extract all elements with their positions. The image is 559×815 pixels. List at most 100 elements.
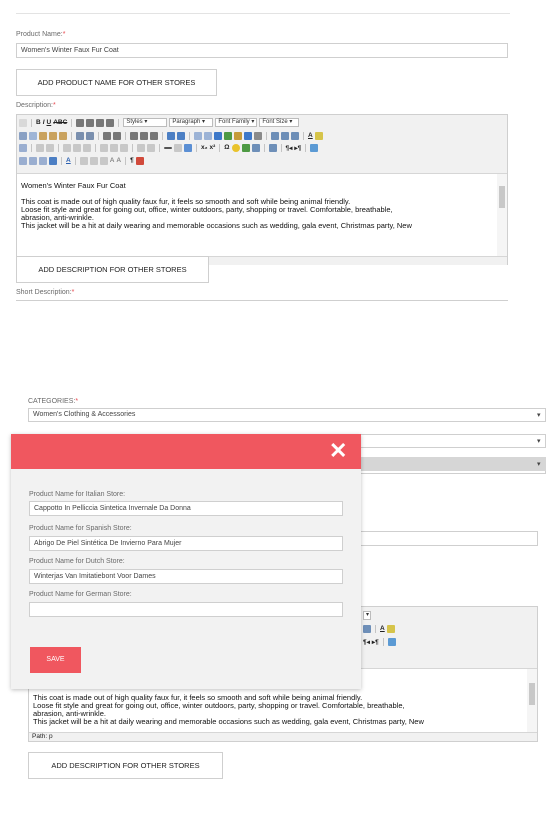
undo-icon[interactable]: [167, 131, 175, 140]
remove-format-icon[interactable]: [174, 143, 182, 152]
cell-props-icon[interactable]: [46, 143, 54, 152]
bold-icon[interactable]: B: [36, 119, 41, 126]
find-icon[interactable]: [76, 131, 84, 140]
template-icon[interactable]: [135, 156, 144, 165]
horizontal-rule-icon[interactable]: [164, 146, 172, 149]
fullscreen-icon[interactable]: [268, 143, 277, 152]
html-icon[interactable]: [254, 131, 262, 140]
spanish-store-input[interactable]: Abrigo De Piel Sintética De Invierno Par…: [29, 536, 343, 551]
category-select[interactable]: Women's Clothing & Accessories: [28, 408, 546, 422]
blockquote-icon[interactable]: [150, 131, 158, 140]
save-button[interactable]: SAVE: [30, 647, 81, 673]
align-left-icon[interactable]: [76, 118, 85, 127]
copy-icon[interactable]: [29, 131, 37, 140]
row-before-icon[interactable]: [63, 143, 71, 152]
add-product-name-button[interactable]: ADD PRODUCT NAME FOR OTHER STORES: [16, 69, 217, 96]
acronym-icon[interactable]: [99, 156, 108, 165]
ltr-icon[interactable]: ¶◂: [286, 144, 293, 152]
text-color-icon[interactable]: A: [308, 132, 313, 139]
help-icon[interactable]: [244, 131, 252, 140]
indent-icon[interactable]: [140, 131, 148, 140]
rtl-icon[interactable]: ▸¶: [372, 638, 379, 646]
table-icon[interactable]: [19, 143, 27, 152]
cleanup-icon[interactable]: [234, 131, 242, 140]
delete-col-icon[interactable]: [120, 143, 128, 152]
styles-icon[interactable]: A: [66, 157, 71, 164]
replace-icon[interactable]: [86, 131, 94, 140]
add-description-button[interactable]: ADD DESCRIPTION FOR OTHER STORES: [16, 256, 209, 283]
align-justify-icon[interactable]: [106, 118, 115, 127]
split-cells-icon[interactable]: [137, 143, 145, 152]
underline-icon[interactable]: U: [47, 119, 52, 126]
bullet-list-icon[interactable]: [103, 131, 111, 140]
row-after-icon[interactable]: [73, 143, 81, 152]
scroll-thumb[interactable]: [499, 186, 505, 208]
cut-icon[interactable]: [19, 131, 27, 140]
insert-date-icon[interactable]: [271, 131, 279, 140]
unlink-icon[interactable]: [204, 131, 212, 140]
ltr-icon[interactable]: ¶◂: [363, 638, 370, 646]
layer-icon[interactable]: [310, 143, 319, 152]
redo-icon[interactable]: [177, 131, 185, 140]
styles-select[interactable]: Styles ▾: [123, 118, 168, 127]
move-forward-icon[interactable]: [29, 156, 37, 165]
background-color-icon[interactable]: [314, 131, 323, 140]
visual-aid-icon[interactable]: [184, 143, 192, 152]
cite-icon[interactable]: [79, 156, 88, 165]
abbr-icon[interactable]: [89, 156, 98, 165]
preview-icon[interactable]: [291, 131, 299, 140]
outdent-icon[interactable]: [130, 131, 138, 140]
insert-time-icon[interactable]: [281, 131, 289, 140]
numbered-list-icon[interactable]: [113, 131, 121, 140]
font-family-select[interactable]: Font Family ▾: [215, 118, 258, 127]
editor-scrollbar[interactable]: [497, 174, 507, 256]
insert-layer-icon[interactable]: [19, 156, 27, 165]
show-blocks-icon[interactable]: ¶: [130, 157, 134, 164]
text-color-icon[interactable]: A: [380, 625, 385, 632]
delete-row-icon[interactable]: [83, 143, 91, 152]
absolute-icon[interactable]: [49, 156, 57, 165]
row-props-icon[interactable]: [36, 143, 44, 152]
italian-store-input[interactable]: Cappotto In Pelliccia Sintetica Invernal…: [29, 501, 343, 516]
scroll-thumb[interactable]: [529, 683, 535, 705]
move-backward-icon[interactable]: [39, 156, 47, 165]
rtl-icon[interactable]: ▸¶: [294, 144, 301, 152]
editor-scrollbar-2[interactable]: [527, 669, 537, 732]
paste-word-icon[interactable]: [59, 131, 67, 140]
background-color-icon[interactable]: [386, 624, 395, 633]
strikethrough-icon[interactable]: ABC: [53, 119, 67, 126]
col-before-icon[interactable]: [100, 143, 108, 152]
layer-icon[interactable]: [387, 637, 396, 646]
del-icon[interactable]: A: [110, 157, 115, 164]
new-document-icon[interactable]: [19, 118, 27, 127]
align-right-icon[interactable]: [96, 118, 105, 127]
ins-icon[interactable]: A: [116, 157, 121, 164]
preview-icon[interactable]: [363, 624, 371, 633]
anchor-icon[interactable]: [214, 131, 222, 140]
image-icon[interactable]: [224, 131, 232, 140]
special-char-icon[interactable]: Ω: [224, 144, 229, 151]
close-icon[interactable]: ✕: [329, 437, 347, 465]
description-editor[interactable]: B I U ABC Styles ▾ Paragraph ▾ Font Fami…: [16, 114, 508, 265]
italic-icon[interactable]: I: [43, 119, 45, 126]
font-size-select[interactable]: Font Size ▾: [259, 118, 300, 127]
superscript-icon[interactable]: x²: [210, 144, 216, 151]
col-after-icon[interactable]: [110, 143, 118, 152]
link-icon[interactable]: [194, 131, 202, 140]
align-center-icon[interactable]: [86, 118, 95, 127]
paragraph-select[interactable]: Paragraph ▾: [169, 118, 214, 127]
media-icon[interactable]: [241, 143, 250, 152]
paste-text-icon[interactable]: [49, 131, 57, 140]
subscript-icon[interactable]: x₂: [201, 144, 208, 151]
editor-content[interactable]: Women's Winter Faux Fur Coat This coat i…: [17, 182, 495, 255]
german-store-input[interactable]: [29, 602, 343, 617]
print-icon[interactable]: [251, 143, 260, 152]
emotions-icon[interactable]: [231, 143, 240, 152]
font-size-select-2[interactable]: ▾: [363, 611, 371, 620]
paste-icon[interactable]: [39, 131, 47, 140]
merge-cells-icon[interactable]: [147, 143, 155, 152]
add-description-button-2[interactable]: ADD DESCRIPTION FOR OTHER STORES: [28, 752, 223, 779]
product-name-input[interactable]: Women's Winter Faux Fur Coat: [16, 43, 508, 58]
editor-content-2[interactable]: This coat is made out of high quality fa…: [29, 694, 525, 734]
dutch-store-input[interactable]: Winterjas Van Imitatiebont Voor Dames: [29, 569, 343, 584]
